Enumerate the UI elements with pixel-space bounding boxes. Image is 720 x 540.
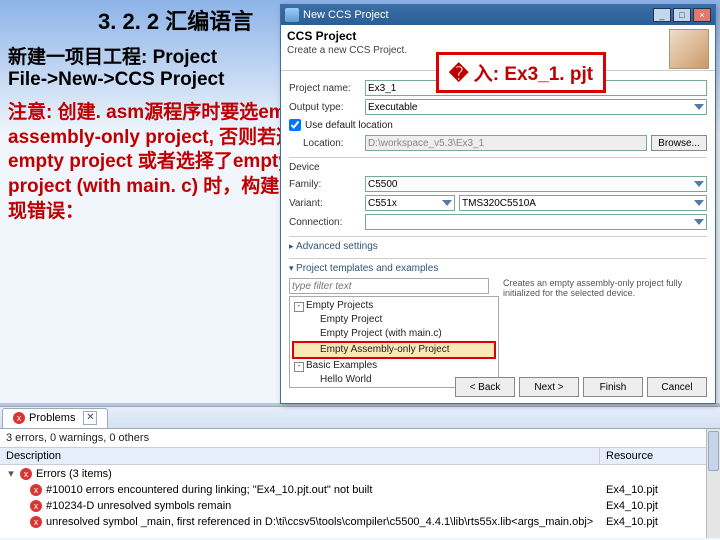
cancel-button[interactable]: Cancel <box>647 377 707 397</box>
collapse-icon[interactable]: ▾ <box>6 467 16 480</box>
tree-leaf-asm-only[interactable]: Empty Assembly-only Project <box>292 341 496 359</box>
tree-leaf-empty-mainc[interactable]: Empty Project (with main.c) <box>292 327 496 341</box>
finish-button[interactable]: Finish <box>583 377 643 397</box>
device-group-label: Device <box>289 162 707 173</box>
error-group-label: Errors (3 items) <box>36 468 112 480</box>
browse-button[interactable]: Browse... <box>651 135 707 151</box>
advanced-settings-toggle[interactable]: Advanced settings <box>289 241 707 252</box>
problems-tabstrip: x Problems ✕ <box>0 407 720 429</box>
error-icon: x <box>30 516 42 528</box>
error-text: #10010 errors encountered during linking… <box>46 484 372 496</box>
dialog-titlebar[interactable]: New CCS Project _ □ × <box>281 5 715 25</box>
error-row[interactable]: x #10010 errors encountered during linkin… <box>0 482 720 498</box>
label-connection: Connection: <box>289 217 361 228</box>
error-row[interactable]: x #10234-D unresolved symbols remain Ex4_… <box>0 498 720 514</box>
error-icon: x <box>30 500 42 512</box>
dialog-title: New CCS Project <box>303 9 389 21</box>
problems-header: Description Resource <box>0 447 720 465</box>
problems-tab-close[interactable]: ✕ <box>83 411 97 425</box>
variant-filter-select[interactable]: C551x <box>365 195 455 211</box>
close-button[interactable]: × <box>693 8 711 22</box>
error-text: #10234-D unresolved symbols remain <box>46 500 231 512</box>
connection-select[interactable] <box>365 214 707 230</box>
error-row[interactable]: x unresolved symbol _main, first referenc… <box>0 514 720 530</box>
error-resource: Ex4_10.pjt <box>600 514 720 530</box>
error-icon: x <box>30 484 42 496</box>
problems-tab-label: Problems <box>29 412 75 424</box>
use-default-location-checkbox[interactable] <box>289 119 301 131</box>
problems-pane: x Problems ✕ 3 errors, 0 warnings, 0 oth… <box>0 406 720 538</box>
variant-select[interactable]: TMS320C5510A <box>459 195 707 211</box>
maximize-button[interactable]: □ <box>673 8 691 22</box>
back-button[interactable]: < Back <box>455 377 515 397</box>
label-use-default: Use default location <box>305 120 393 131</box>
tree-leaf-empty[interactable]: Empty Project <box>292 313 496 327</box>
scrollbar-thumb[interactable] <box>708 431 719 471</box>
dialog-icon <box>285 8 299 22</box>
banner-title: CCS Project <box>287 29 669 43</box>
tree-group-empty[interactable]: Empty Projects <box>292 299 496 313</box>
banner-icon <box>669 29 709 69</box>
label-family: Family: <box>289 179 361 190</box>
error-text: unresolved symbol _main, first reference… <box>46 516 593 528</box>
label-variant: Variant: <box>289 198 361 209</box>
error-group-row[interactable]: ▾ x Errors (3 items) <box>0 465 720 482</box>
label-location: Location: <box>289 138 361 149</box>
problems-summary: 3 errors, 0 warnings, 0 others <box>0 429 720 447</box>
tree-group-basic[interactable]: Basic Examples <box>292 359 496 373</box>
template-description: Creates an empty assembly-only project f… <box>503 278 707 388</box>
error-badge-icon: x <box>13 412 25 424</box>
col-resource[interactable]: Resource <box>600 448 720 464</box>
problems-tab[interactable]: x Problems ✕ <box>2 408 108 428</box>
output-type-select[interactable]: Executable <box>365 99 707 115</box>
error-icon: x <box>20 468 32 480</box>
annotation-input-callout: � 入: Ex3_1. pjt <box>436 52 606 93</box>
problems-scrollbar[interactable] <box>706 429 720 538</box>
error-resource: Ex4_10.pjt <box>600 498 720 514</box>
error-resource: Ex4_10.pjt <box>600 482 720 498</box>
label-project-name: Project name: <box>289 83 361 94</box>
template-tree[interactable]: Empty Projects Empty Project Empty Proje… <box>289 296 499 388</box>
template-filter-input[interactable] <box>289 278 489 294</box>
next-button[interactable]: Next > <box>519 377 579 397</box>
label-output-type: Output type: <box>289 102 361 113</box>
location-input <box>365 135 647 151</box>
col-description[interactable]: Description <box>0 448 600 464</box>
minimize-button[interactable]: _ <box>653 8 671 22</box>
family-select[interactable]: C5500 <box>365 176 707 192</box>
templates-toggle[interactable]: Project templates and examples <box>289 263 707 274</box>
